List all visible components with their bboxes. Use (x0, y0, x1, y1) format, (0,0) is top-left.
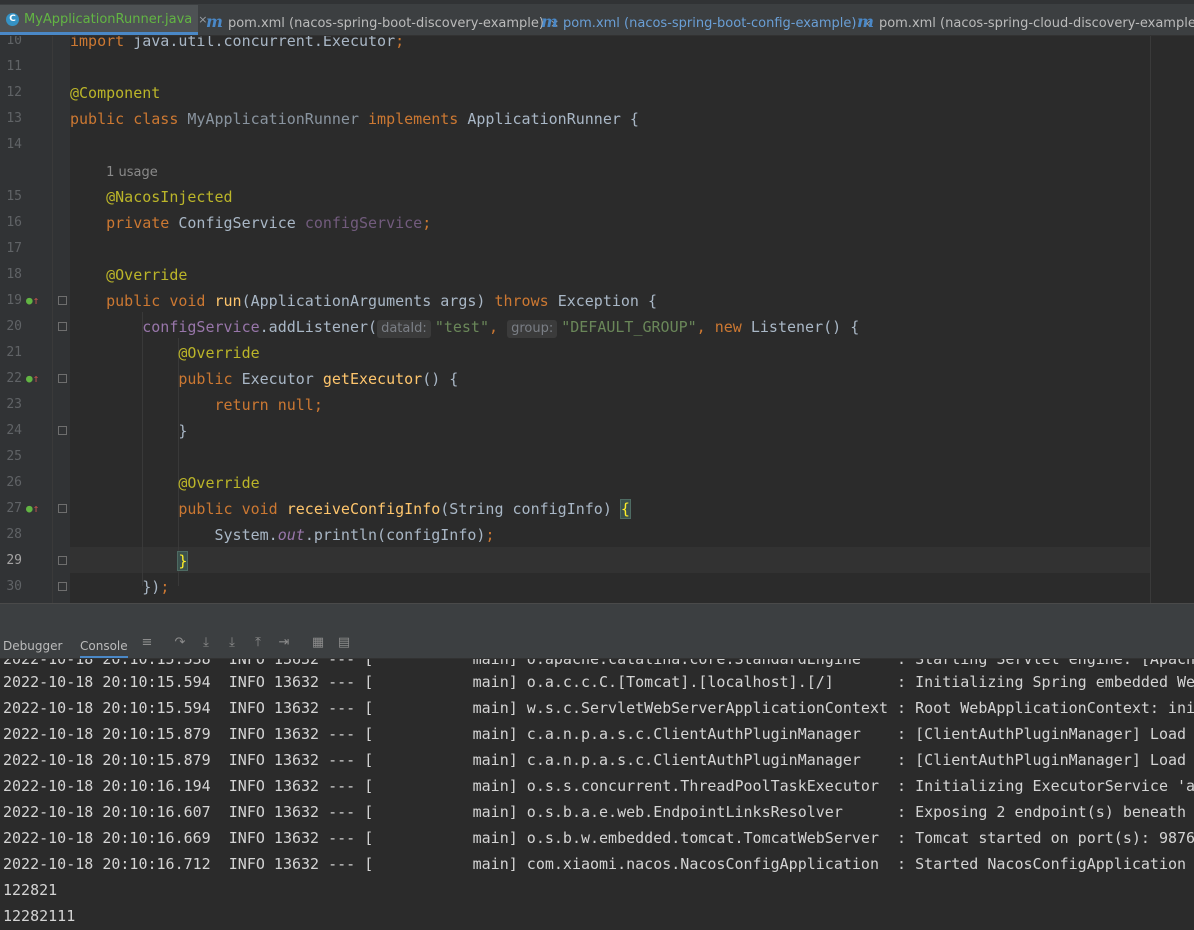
console-line: 2022-10-18 20:10:15.594 INFO 13632 --- [… (3, 699, 1194, 717)
line-number: 21 (6, 345, 22, 360)
param-hint-dataid: dataId: (377, 320, 431, 338)
line-number: 29 (6, 553, 22, 568)
editor-gutter[interactable]: 10 11 12 13 14 15 16 17 18 19 20 21 22 2… (0, 36, 70, 603)
tab-debugger[interactable]: Debugger (3, 632, 62, 658)
code-line-30: }); (70, 578, 170, 596)
trace-icon[interactable]: ▤ (337, 636, 351, 650)
fold-marker-icon[interactable] (58, 322, 67, 331)
force-step-into-icon[interactable]: ⤓ (225, 636, 239, 650)
code-line-12: @Component (70, 84, 161, 102)
fold-marker-icon[interactable] (58, 582, 67, 591)
step-out-icon[interactable]: ⤒ (251, 636, 265, 650)
line-number: 16 (6, 215, 22, 230)
java-class-icon: C (6, 13, 19, 26)
code-line-21: @Override (178, 344, 260, 362)
tool-window-header (0, 603, 1194, 633)
console-line: 2022-10-18 20:10:15.879 INFO 13632 --- [… (3, 751, 1194, 769)
console-output[interactable]: 2022-10-18 20:10:15.538 INFO 13632 --- [… (0, 659, 1194, 930)
usage-hint[interactable]: 1 usage (70, 158, 158, 184)
maven-icon: m (541, 12, 558, 31)
editor-tab-bar: C MyApplicationRunner.java × m pom.xml (nac… (0, 0, 1194, 36)
line-number: 11 (6, 59, 22, 74)
code-line-28: System.out.println(configInfo); (70, 526, 495, 544)
fold-marker-icon[interactable] (58, 374, 67, 383)
right-margin-guide (1150, 36, 1151, 603)
console-line: 12282111 (3, 907, 76, 925)
param-hint-group: group: (507, 320, 558, 338)
line-number: 19 (6, 293, 22, 308)
gutter-separator (52, 36, 53, 603)
maven-icon: m (206, 12, 223, 31)
line-number: 22 (6, 371, 22, 386)
title-strip (0, 0, 1194, 4)
code-line-22: public Executor getExecutor() { (178, 370, 459, 388)
run-to-cursor-icon[interactable]: ⇥ (277, 636, 291, 650)
line-number: 27 (6, 501, 22, 516)
evaluate-icon[interactable]: ▦ (311, 636, 325, 650)
menu-icon[interactable]: ≡ (140, 636, 154, 650)
tab-label: MyApplicationRunner.java (24, 12, 193, 27)
code-line-19: public void run(ApplicationArguments arg… (106, 292, 658, 310)
code-line-16: private ConfigService configService; (106, 214, 432, 232)
line-number: 23 (6, 397, 22, 412)
console-line: 122821 (3, 881, 58, 899)
caret-line-highlight (70, 547, 1150, 573)
tab-label: pom.xml (nacos-spring-boot-config-exampl… (562, 16, 857, 31)
line-number: 14 (6, 137, 22, 152)
line-number: 25 (6, 449, 22, 464)
line-number: 18 (6, 267, 22, 282)
tab-pom-boot-config[interactable]: m pom.xml (nacos-spring-boot-config-examp… (541, 5, 872, 35)
code-editor[interactable]: 10 11 12 13 14 15 16 17 18 19 20 21 22 2… (0, 36, 1194, 603)
step-over-icon[interactable]: ↷ (173, 636, 187, 650)
step-into-icon[interactable]: ⤓ (199, 636, 213, 650)
code-line-15: @NacosInjected (106, 188, 233, 206)
tab-pom-cloud-discovery[interactable]: m pom.xml (nacos-spring-cloud-discovery-e… (857, 5, 1194, 35)
fold-marker-icon[interactable] (58, 556, 67, 565)
console-line: 2022-10-18 20:10:16.712 INFO 13632 --- [… (3, 855, 1194, 873)
line-number: 30 (6, 579, 22, 594)
line-number: 20 (6, 319, 22, 334)
code-line-27: public void receiveConfigInfo(String con… (178, 499, 631, 519)
code-line-20: configService.addListener(dataId: "test",… (142, 318, 860, 338)
code-line-23: return null; (214, 396, 323, 414)
line-number: 26 (6, 475, 22, 490)
tab-label: pom.xml (nacos-spring-boot-discovery-exa… (227, 16, 544, 31)
code-line-29: } (177, 551, 189, 571)
tab-console[interactable]: Console (80, 632, 128, 658)
debug-toolbar: Debugger Console ≡ ↷ ⤓ ⤓ ⤒ ⇥ ▦ ▤ (0, 632, 1194, 659)
console-line: 2022-10-18 20:10:15.879 INFO 13632 --- [… (3, 725, 1194, 743)
line-number: 10 (6, 36, 22, 48)
implements-method-icon[interactable]: ●↑ (26, 288, 39, 314)
implements-method-icon[interactable]: ●↑ (26, 366, 39, 392)
code-line-10: import java.util.concurrent.Executor; (70, 36, 405, 50)
code-line-26: @Override (178, 474, 260, 492)
fold-marker-icon[interactable] (58, 296, 67, 305)
fold-marker-icon[interactable] (58, 426, 67, 435)
line-number: 17 (6, 241, 22, 256)
code-line-13: public class MyApplicationRunner impleme… (70, 110, 639, 128)
tab-myapplicationrunner[interactable]: C MyApplicationRunner.java × (0, 5, 207, 35)
console-line: 2022-10-18 20:10:16.607 INFO 13632 --- [… (3, 803, 1194, 821)
line-number: 24 (6, 423, 22, 438)
console-line: 2022-10-18 20:10:16.669 INFO 13632 --- [… (3, 829, 1194, 847)
tab-label: pom.xml (nacos-spring-cloud-discovery-ex… (878, 16, 1194, 31)
line-number: 12 (6, 85, 22, 100)
code-line-24: } (70, 422, 188, 440)
implements-method-icon[interactable]: ●↑ (26, 496, 39, 522)
tab-pom-boot-discovery[interactable]: m pom.xml (nacos-spring-boot-discovery-ex… (206, 5, 559, 35)
line-number: 13 (6, 111, 22, 126)
line-number: 28 (6, 527, 22, 542)
maven-icon: m (857, 12, 874, 31)
console-line: 2022-10-18 20:10:15.594 INFO 13632 --- [… (3, 673, 1194, 691)
code-line-18: @Override (106, 266, 188, 284)
line-number: 15 (6, 189, 22, 204)
fold-marker-icon[interactable] (58, 504, 67, 513)
console-line: 2022-10-18 20:10:16.194 INFO 13632 --- [… (3, 777, 1194, 795)
